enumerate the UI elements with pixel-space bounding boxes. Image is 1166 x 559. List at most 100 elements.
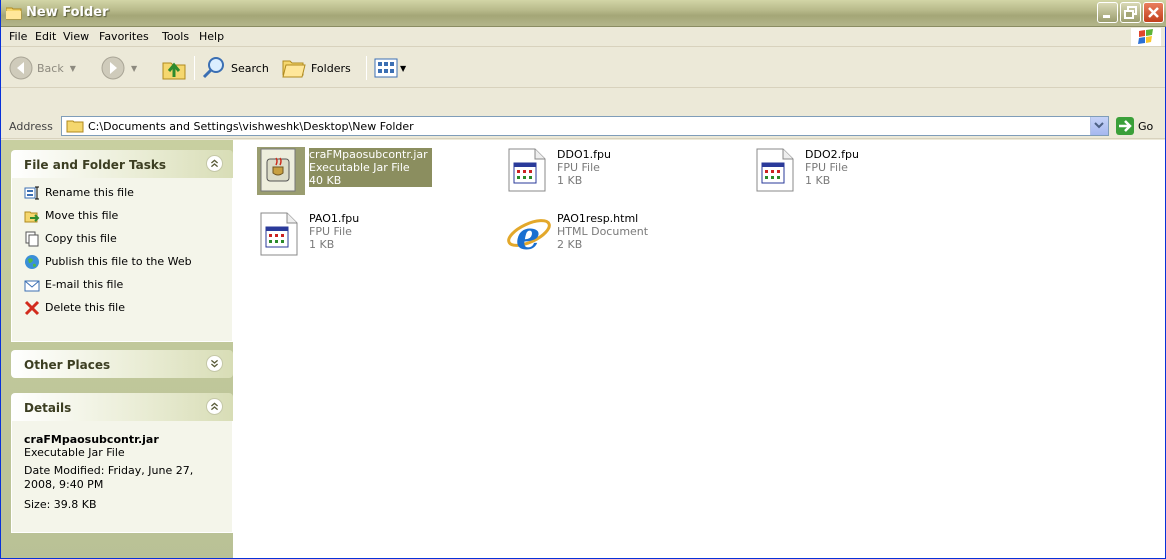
task-copy[interactable]: Copy this file xyxy=(12,227,232,250)
file-name: craFMpaosubcontr.jar xyxy=(309,148,428,161)
details-filename: craFMpaosubcontr.jar xyxy=(24,433,159,446)
collapse-chevron-icon[interactable] xyxy=(206,398,223,415)
file-info: DDO2.fpu FPU File 1 KB xyxy=(805,148,990,187)
panel-title: Details xyxy=(24,401,72,415)
panel-title: File and Folder Tasks xyxy=(24,158,167,172)
task-rename[interactable]: Rename this file xyxy=(12,181,232,204)
ie-html-icon: e xyxy=(507,213,551,258)
folders-icon xyxy=(282,60,306,78)
task-email[interactable]: E-mail this file xyxy=(12,273,232,296)
go-arrow-icon xyxy=(1116,117,1134,135)
fpu-file-icon xyxy=(756,148,794,192)
address-value: C:\Documents and Settings\vishweshk\Desk… xyxy=(88,120,414,133)
up-folder-button[interactable] xyxy=(161,54,187,82)
task-publish-web[interactable]: Publish this file to the Web xyxy=(12,250,232,273)
file-info: DDO1.fpu FPU File 1 KB xyxy=(557,148,742,187)
file-info: PAO1resp.html HTML Document 2 KB xyxy=(557,212,742,251)
window-title: New Folder xyxy=(26,5,109,20)
fpu-file-icon xyxy=(508,148,546,192)
file-list-view[interactable]: craFMpaosubcontr.jar Executable Jar File… xyxy=(233,140,1165,558)
panel-header[interactable]: Details xyxy=(11,393,233,421)
details-filetype: Executable Jar File xyxy=(24,446,125,459)
file-info: craFMpaosubcontr.jar Executable Jar File… xyxy=(309,148,432,187)
rename-icon xyxy=(24,186,39,200)
folder-icon xyxy=(66,120,84,133)
file-info: PAO1.fpu FPU File 1 KB xyxy=(309,212,494,251)
back-button[interactable]: Back ▼ xyxy=(9,54,76,82)
back-arrow-icon xyxy=(9,56,33,80)
panel-body: craFMpaosubcontr.jar Executable Jar File… xyxy=(11,421,233,533)
menu-file[interactable]: File xyxy=(9,30,27,43)
copy-icon xyxy=(25,231,39,247)
toolbar-separator xyxy=(194,56,195,80)
chevron-down-icon xyxy=(1094,122,1104,129)
explorer-window: New Folder File Edit View Favorites Tool… xyxy=(0,0,1166,559)
file-name: PAO1resp.html xyxy=(557,212,639,225)
close-button[interactable] xyxy=(1143,2,1164,23)
close-icon xyxy=(1148,7,1159,18)
forward-button[interactable]: ▼ xyxy=(101,54,137,82)
chevron-down-icon: ▼ xyxy=(131,63,138,73)
address-bar: Address C:\Documents and Settings\vishwe… xyxy=(1,113,1165,139)
minimize-button[interactable] xyxy=(1097,2,1118,23)
task-pane: File and Folder Tasks Rename this file M xyxy=(1,140,233,558)
expand-chevron-icon[interactable] xyxy=(206,355,223,372)
address-input[interactable]: C:\Documents and Settings\vishweshk\Desk… xyxy=(61,116,1109,136)
file-size: 2 KB xyxy=(557,238,583,251)
panel-header[interactable]: Other Places xyxy=(11,350,233,378)
jar-file-icon xyxy=(257,147,305,195)
title-bar[interactable]: New Folder xyxy=(1,0,1166,27)
details-modified: Date Modified: Friday, June 27, 2008, 9:… xyxy=(24,464,194,491)
file-size: 1 KB xyxy=(309,238,335,251)
address-dropdown-button[interactable] xyxy=(1090,117,1108,135)
forward-arrow-icon xyxy=(101,56,125,80)
menu-bar: File Edit View Favorites Tools Help xyxy=(1,27,1165,47)
file-type: FPU File xyxy=(309,225,352,238)
address-label: Address xyxy=(9,120,53,133)
panel-header[interactable]: File and Folder Tasks xyxy=(11,150,233,178)
file-size: 1 KB xyxy=(557,174,583,187)
menu-view[interactable]: View xyxy=(63,30,89,43)
toolbar-separator xyxy=(366,56,367,80)
panel-title: Other Places xyxy=(24,358,111,372)
search-button[interactable]: Search xyxy=(201,54,269,82)
search-icon xyxy=(202,57,224,79)
folder-icon xyxy=(6,7,22,20)
file-name: PAO1.fpu xyxy=(309,212,360,225)
task-delete[interactable]: Delete this file xyxy=(12,296,232,319)
menu-tools[interactable]: Tools xyxy=(162,30,189,43)
delete-icon xyxy=(24,300,40,316)
details-size: Size: 39.8 KB xyxy=(24,498,97,511)
svg-text:e: e xyxy=(516,213,540,258)
panel-body: Rename this file Move this file Copy thi… xyxy=(11,178,233,342)
up-folder-icon xyxy=(162,62,186,80)
minimize-icon xyxy=(1103,15,1110,18)
file-size: 40 KB xyxy=(309,174,342,187)
file-type: FPU File xyxy=(557,161,600,174)
fpu-file-icon xyxy=(260,212,298,256)
chevron-down-icon: ▼ xyxy=(69,63,76,73)
go-button[interactable]: Go xyxy=(1116,117,1153,135)
folders-button[interactable]: Folders xyxy=(281,54,351,82)
restore-button[interactable] xyxy=(1120,2,1141,23)
views-icon xyxy=(374,58,398,78)
menu-favorites[interactable]: Favorites xyxy=(99,30,149,43)
views-button[interactable]: ▼ xyxy=(374,54,406,82)
email-icon xyxy=(24,280,40,292)
menu-help[interactable]: Help xyxy=(199,30,224,43)
menu-edit[interactable]: Edit xyxy=(35,30,56,43)
collapse-chevron-icon[interactable] xyxy=(206,155,223,172)
file-type: HTML Document xyxy=(557,225,649,238)
toolbar: Back ▼ ▼ Search Folders ▼ xyxy=(1,48,1165,88)
chevron-down-icon: ▼ xyxy=(400,63,407,73)
other-places-panel: Other Places xyxy=(11,350,233,378)
file-type: Executable Jar File xyxy=(309,161,410,174)
file-type: FPU File xyxy=(805,161,848,174)
file-size: 1 KB xyxy=(805,174,831,187)
move-icon xyxy=(24,211,40,223)
windows-logo-icon xyxy=(1131,28,1161,46)
task-move[interactable]: Move this file xyxy=(12,204,232,227)
file-name: DDO1.fpu xyxy=(557,148,611,161)
file-name: DDO2.fpu xyxy=(805,148,859,161)
publish-web-icon xyxy=(25,255,39,269)
